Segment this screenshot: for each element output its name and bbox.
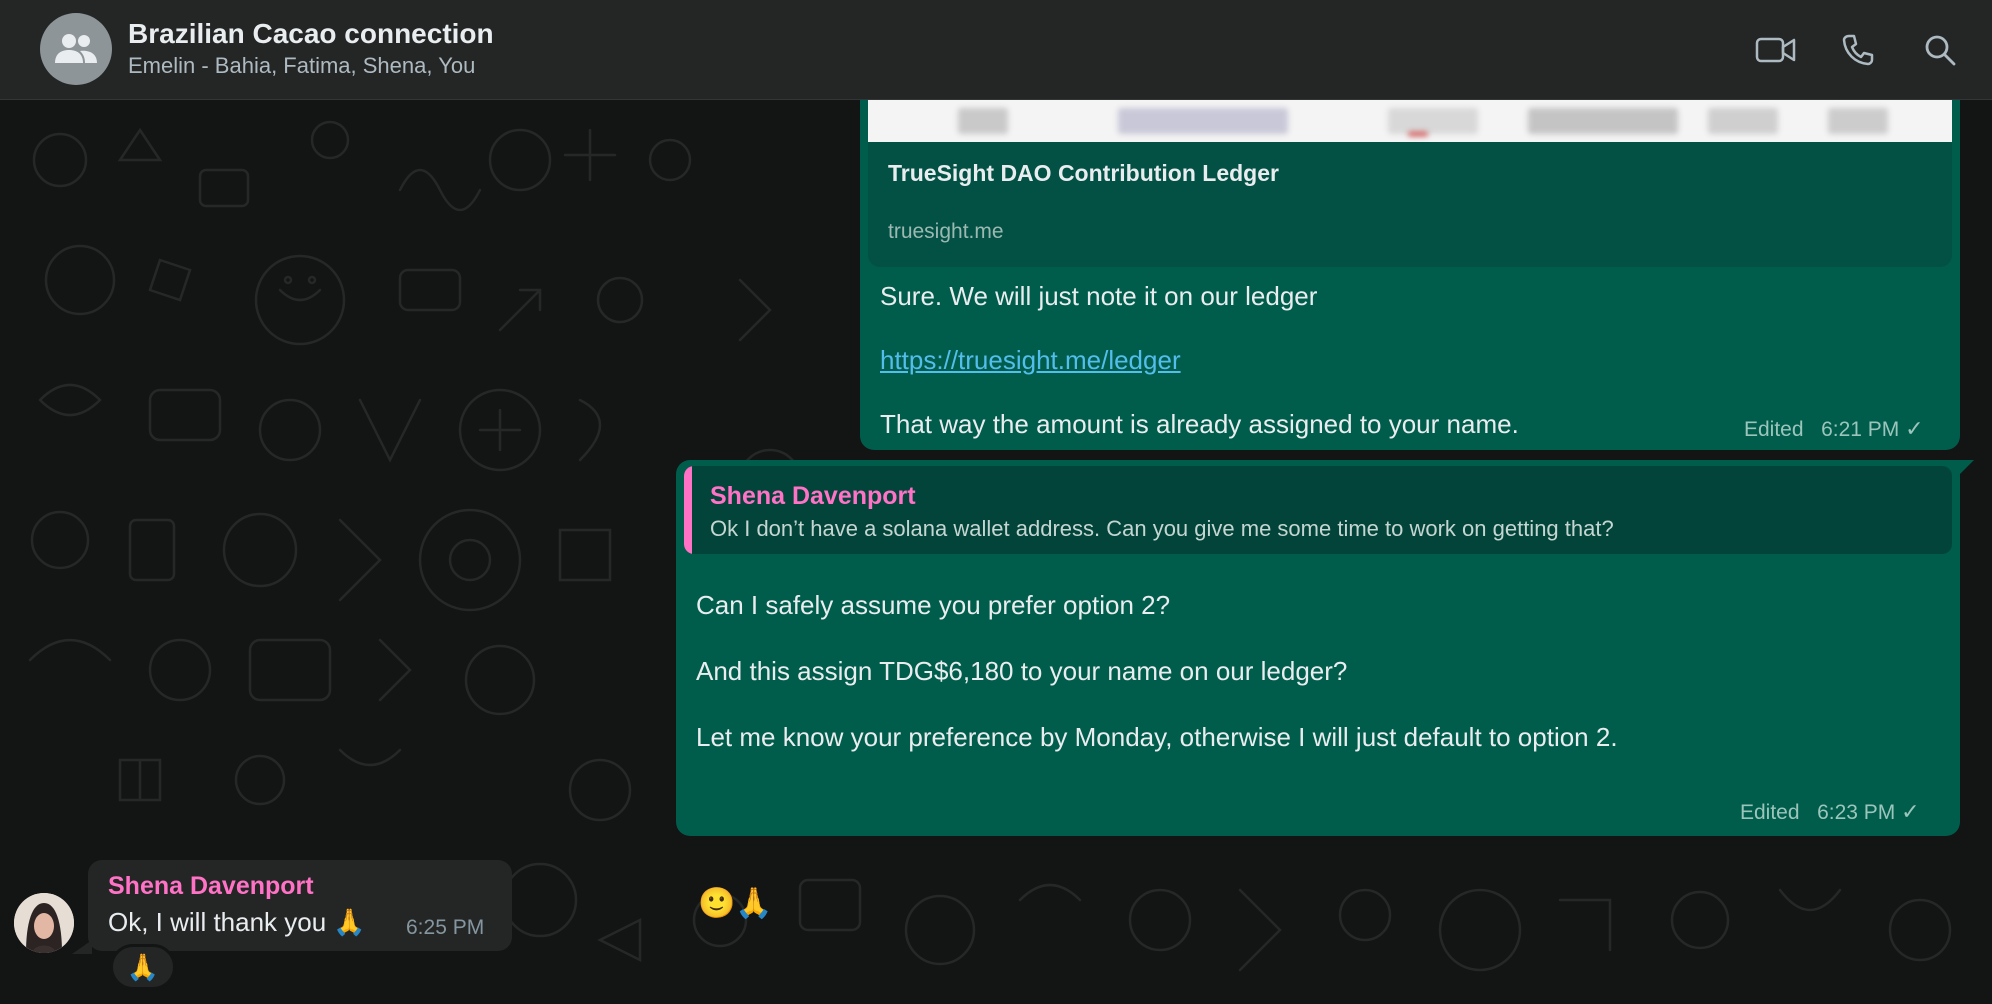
message-text: Can I safely assume you prefer option 2? xyxy=(696,590,1171,620)
sender-name[interactable]: Shena Davenport xyxy=(108,872,314,901)
quote-author: Shena Davenport xyxy=(710,482,916,510)
message-text: Let me know your preference by Monday, o… xyxy=(696,722,1618,752)
message-time: 6:25 PM xyxy=(406,916,485,939)
outgoing-message-ledger[interactable]: TrueSight DAO Contribution Ledger truesi… xyxy=(860,100,1960,450)
chat-members-list[interactable]: Emelin - Bahia, Fatima, Shena, You xyxy=(128,53,475,79)
sent-check-icon: ✓ xyxy=(1901,799,1920,824)
message-emojis: 🙂🙏 xyxy=(698,887,773,920)
sender-avatar[interactable] xyxy=(14,893,74,953)
voice-call-icon[interactable] xyxy=(1836,28,1880,72)
message-text: Ok, I will thank you 🙏 xyxy=(108,907,366,937)
ledger-link[interactable]: https://truesight.me/ledger xyxy=(880,345,1181,376)
message-meta: Edited 6:23 PM ✓ xyxy=(1740,799,1920,825)
chat-header: Brazilian Cacao connection Emelin - Bahi… xyxy=(0,0,1992,100)
message-list[interactable]: TrueSight DAO Contribution Ledger truesi… xyxy=(0,100,1992,1004)
edited-label: Edited xyxy=(1740,801,1800,824)
search-icon[interactable] xyxy=(1918,28,1962,72)
message-text: That way the amount is already assigned … xyxy=(880,409,1519,439)
chat-title[interactable]: Brazilian Cacao connection xyxy=(128,18,494,50)
reaction-badge[interactable]: 🙏 xyxy=(110,944,176,990)
quote-text: Ok I don’t have a solana wallet address.… xyxy=(710,516,1614,541)
incoming-message[interactable]: Shena Davenport Ok, I will thank you 🙏 6… xyxy=(88,860,512,951)
link-preview-domain: truesight.me xyxy=(888,220,1004,243)
sent-check-icon: ✓ xyxy=(1905,416,1924,441)
whatsapp-chat-window: Brazilian Cacao connection Emelin - Bahi… xyxy=(0,0,1992,1004)
message-time: 6:21 PM xyxy=(1821,418,1900,441)
group-avatar-icon[interactable] xyxy=(40,13,112,85)
link-preview-title: TrueSight DAO Contribution Ledger xyxy=(888,160,1279,186)
edited-label: Edited xyxy=(1744,418,1804,441)
message-time: 6:23 PM xyxy=(1817,801,1896,824)
quote-accent-bar xyxy=(684,466,692,554)
link-preview-card[interactable]: TrueSight DAO Contribution Ledger truesi… xyxy=(868,100,1952,267)
message-text: And this assign TDG$6,180 to your name o… xyxy=(696,656,1348,686)
message-meta: Edited 6:21 PM ✓ xyxy=(1744,416,1924,442)
video-call-icon[interactable] xyxy=(1754,28,1798,72)
quoted-reply[interactable]: Shena Davenport Ok I don’t have a solana… xyxy=(684,466,1952,554)
message-text: Sure. We will just note it on our ledger xyxy=(880,281,1318,311)
bubble-tail xyxy=(1956,460,1974,478)
link-preview-image xyxy=(868,100,1952,142)
